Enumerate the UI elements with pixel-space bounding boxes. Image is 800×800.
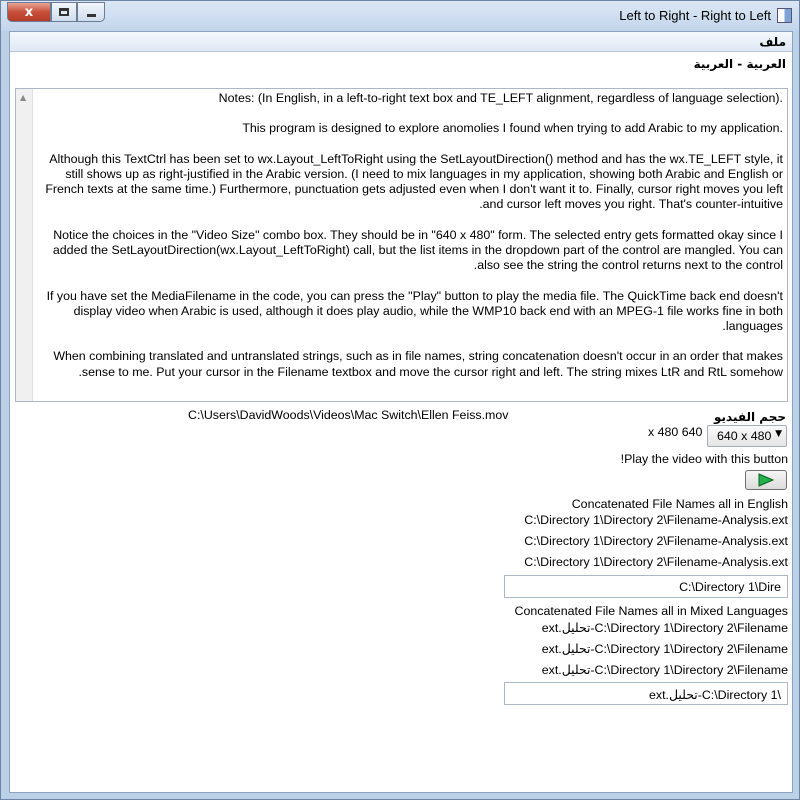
app-icon <box>777 8 792 23</box>
chevron-down-icon[interactable]: ▼ <box>775 429 782 439</box>
title-bar[interactable]: x Left to Right - Right to Left <box>1 1 799 31</box>
menu-file[interactable]: ملف <box>759 35 786 49</box>
notes-paragraph: .Notes: (In English, in a left-to-right … <box>218 91 783 105</box>
notes-paragraph: If you have set the MediaFilename in the… <box>46 288 783 333</box>
notes-paragraph: .This program is designed to explore ano… <box>242 121 783 136</box>
main-window: x Left to Right - Right to Left ملف العر… <box>0 0 800 800</box>
mixed-filename-input[interactable]: ext.تحليل-C:\Directory 1\ <box>504 682 788 705</box>
mixed-filename-line: ext.تحليل-C:\Directory 1\Directory 2\Fil… <box>541 663 788 677</box>
media-filename: C:\Users\DavidWoods\Videos\Mac Switch\El… <box>188 408 509 422</box>
menu-bar: ملف <box>10 32 792 52</box>
notes-paragraph: Although this TextCtrl has been set to w… <box>45 151 783 212</box>
video-size-label: حجم الفيديو <box>714 410 786 424</box>
video-size-combo[interactable]: 640 x 480 ▼ <box>707 425 787 447</box>
play-button[interactable] <box>745 470 787 490</box>
english-filename-line: C:\Directory 1\Directory 2\Filename-Anal… <box>524 534 788 548</box>
notes-paragraph: Notice the choices in the "Video Size" c… <box>52 227 783 273</box>
notes-textbox[interactable]: ▲ .Notes: (In English, in a left-to-righ… <box>15 88 788 402</box>
minimize-button[interactable] <box>77 2 105 22</box>
english-filename-value: C:\Directory 1\Dire <box>679 580 781 594</box>
window-title: Left to Right - Right to Left <box>619 8 771 23</box>
maximize-button[interactable] <box>51 2 77 22</box>
client-area: ملف العربية - العربية ▲ .Notes: (In Engl… <box>9 31 793 793</box>
maximize-icon <box>59 8 69 16</box>
scroll-up-icon[interactable]: ▲ <box>20 93 26 102</box>
mixed-filename-line: ext.تحليل-C:\Directory 1\Directory 2\Fil… <box>541 621 788 635</box>
language-title: العربية - العربية <box>693 57 786 71</box>
mixed-filename-line: ext.تحليل-C:\Directory 1\Directory 2\Fil… <box>541 642 788 656</box>
english-filename-line: C:\Directory 1\Directory 2\Filename-Anal… <box>524 513 788 527</box>
english-filename-input[interactable]: C:\Directory 1\Dire <box>504 575 788 598</box>
video-size-returned: x 480 640 <box>648 425 703 439</box>
play-label: !Play the video with this button <box>620 452 788 466</box>
notes-text: .Notes: (In English, in a left-to-right … <box>35 91 783 395</box>
close-button[interactable]: x <box>7 2 51 22</box>
english-section-title: Concatenated File Names all in English <box>571 497 788 511</box>
vertical-scrollbar[interactable]: ▲ <box>16 89 33 401</box>
mixed-section-title: Concatenated File Names all in Mixed Lan… <box>514 604 788 618</box>
mixed-filename-value: ext.تحليل-C:\Directory 1\ <box>649 688 781 702</box>
close-icon: x <box>24 4 34 20</box>
play-icon <box>758 473 774 487</box>
english-filename-line: C:\Directory 1\Directory 2\Filename-Anal… <box>524 555 788 569</box>
video-size-value: 640 x 480 <box>717 429 772 443</box>
notes-paragraph: When combining translated and untranslat… <box>53 349 783 379</box>
minimize-icon <box>86 13 96 17</box>
